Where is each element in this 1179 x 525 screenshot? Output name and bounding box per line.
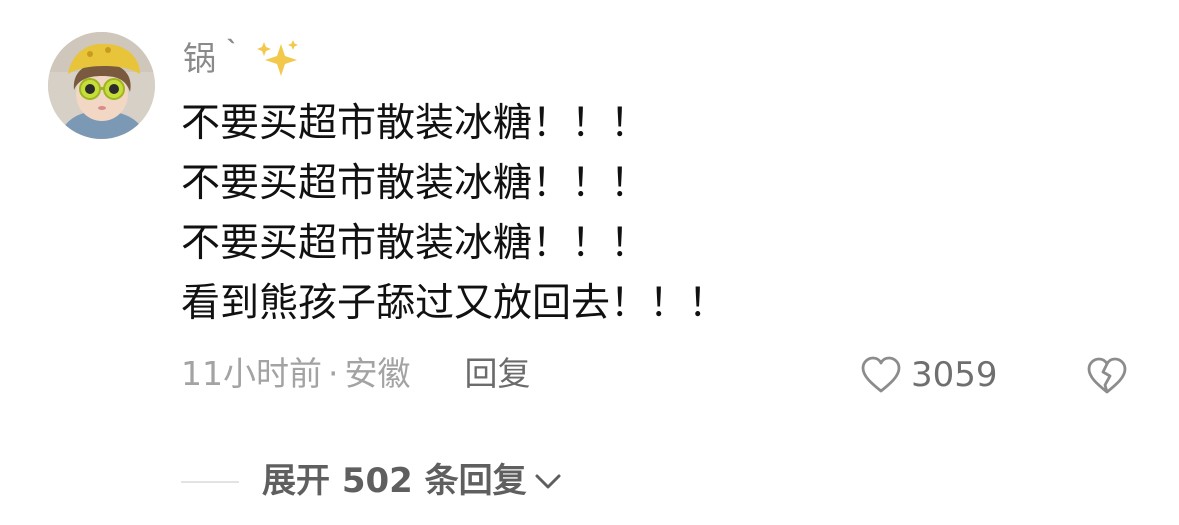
- sparkles-icon: [257, 40, 298, 76]
- like-button[interactable]: 3059: [859, 352, 998, 398]
- expand-replies-label[interactable]: 展开 502 条回复: [262, 456, 527, 506]
- comment-line: 看到熊孩子舔过又放回去！！！: [181, 281, 728, 326]
- meta-separator: ·: [328, 354, 339, 393]
- chevron-down-icon: [535, 474, 561, 489]
- heart-outline-icon: [861, 356, 901, 393]
- comment-line: 不要买超市散装冰糖！！！: [181, 221, 650, 266]
- comment-author[interactable]: 锅｀: [183, 36, 301, 82]
- reply-button[interactable]: 回复: [465, 350, 531, 398]
- expand-replies-button[interactable]: 展开 502 条回复: [262, 456, 563, 506]
- like-count: 3059: [911, 355, 998, 395]
- comment-location: 安徽: [344, 354, 411, 393]
- broken-heart-icon[interactable]: [1085, 355, 1129, 397]
- username[interactable]: 锅｀: [183, 36, 249, 82]
- avatar-image: [48, 32, 155, 139]
- expand-divider: [181, 481, 239, 483]
- avatar[interactable]: [48, 32, 155, 139]
- comment-meta: 11小时前 · 安徽 回复: [181, 350, 531, 398]
- comment-text: 不要买超市散装冰糖！！！ 不要买超市散装冰糖！！！ 不要买超市散装冰糖！！！ 看…: [181, 94, 727, 334]
- comment-line: 不要买超市散装冰糖！！！: [181, 161, 650, 206]
- comment-time: 11小时前: [181, 354, 322, 393]
- comment-line: 不要买超市散装冰糖！！！: [181, 101, 650, 146]
